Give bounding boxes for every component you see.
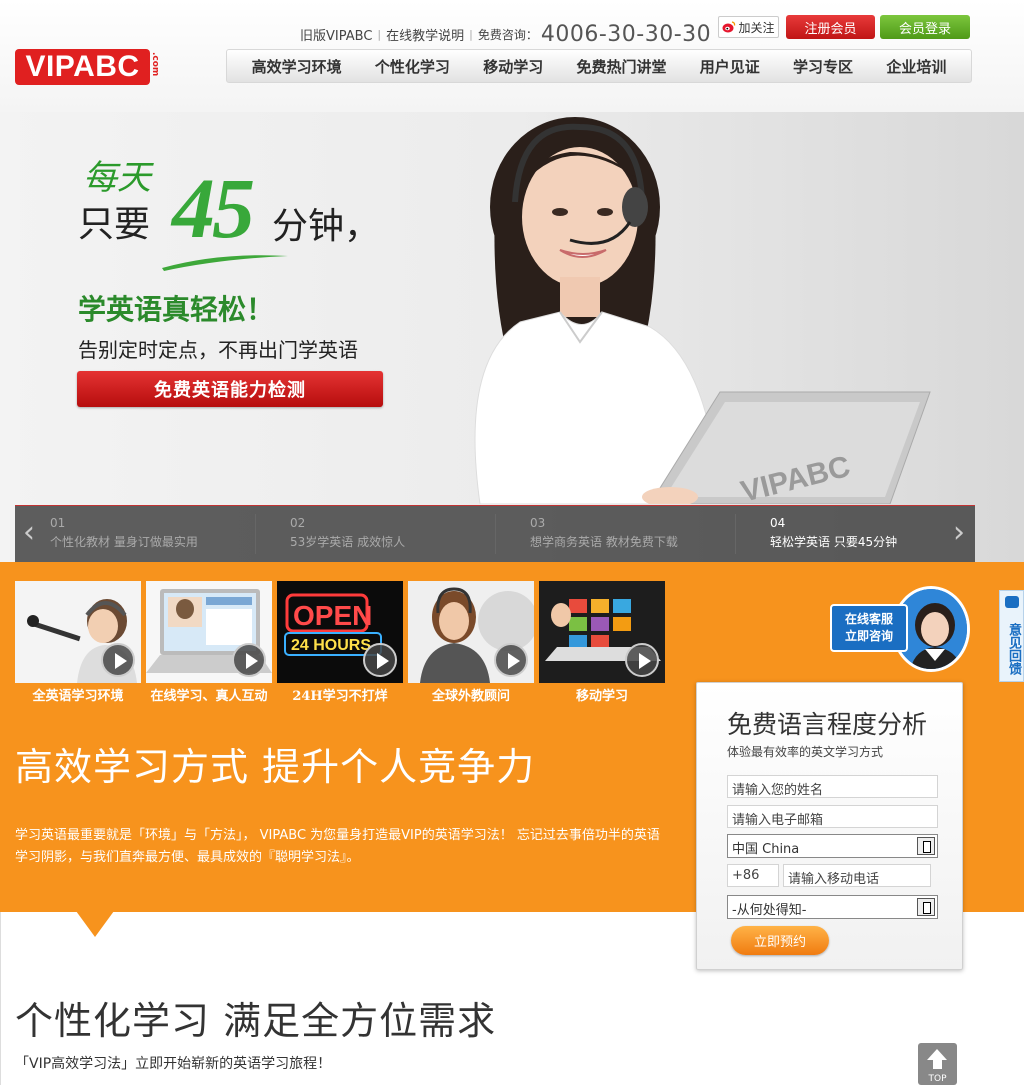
play-icon[interactable] — [232, 643, 266, 677]
slide-number: 02 — [290, 516, 306, 530]
free-english-test-button[interactable]: 免费英语能力检测 — [77, 371, 383, 407]
slide-caption: 个性化教材 量身订做最实用 — [50, 535, 198, 549]
back-to-top-button[interactable]: TOP — [918, 1043, 957, 1085]
feature-video-1[interactable] — [15, 581, 141, 683]
register-button[interactable]: 注册会员 — [786, 15, 875, 39]
country-code-field[interactable]: +86 — [727, 864, 779, 887]
nav-item-mobile[interactable]: 移动学习 — [483, 56, 543, 77]
feature-caption-1: 全英语学习环境 — [32, 689, 124, 704]
divider: | — [469, 27, 473, 41]
chat-bubble-icon — [1005, 596, 1019, 608]
play-icon[interactable] — [494, 643, 528, 677]
feature-video-2[interactable] — [146, 581, 272, 683]
hero-subslogan: 告别定时定点，不再出门学英语 — [78, 338, 358, 362]
slide-caption: 想学商务英语 教材免费下载 — [530, 535, 678, 549]
slide-caption: 轻松学英语 只要45分钟 — [770, 535, 898, 549]
divider — [255, 514, 256, 554]
slide-tab-4-active[interactable]: 04 轻松学英语 只要45分钟 — [770, 516, 980, 550]
slide-tab-1[interactable]: 01 个性化教材 量身订做最实用 — [50, 516, 260, 550]
form-title: 免费语言程度分析 — [727, 710, 928, 739]
feature-caption-4: 全球外教顾问 — [431, 689, 510, 704]
arrow-up-icon — [927, 1049, 947, 1060]
slide-number: 03 — [530, 516, 546, 530]
section-intro: 学习英语最重要就是「环境」与「方法」， VIPABC 为您量身打造最VIP的英语… — [15, 828, 660, 865]
login-button[interactable]: 会员登录 — [880, 15, 970, 39]
hero-slogan: 学英语真轻松！ — [78, 293, 275, 326]
hero-banner[interactable]: VIPABC 每天 只要 45 分钟， 学英语真轻松！ 告别定时定点，不再出门学… — [0, 112, 1024, 562]
feature-caption-2: 在线学习、真人互动 — [150, 689, 268, 704]
source-value: -从何处得知- — [732, 903, 807, 918]
service-line-1: 在线客服 — [844, 612, 893, 626]
nav-item-free-lectures[interactable]: 免费热门讲堂 — [576, 56, 666, 77]
dropdown-icon[interactable] — [917, 898, 935, 916]
slide-tab-3[interactable]: 03 想学商务英语 教材免费下载 — [530, 516, 740, 550]
nav-item-environment[interactable]: 高效学习环境 — [252, 56, 342, 77]
nav-item-testimonials[interactable]: 用户见证 — [700, 56, 760, 77]
main-nav: 高效学习环境 个性化学习 移动学习 免费热门讲堂 用户见证 学习专区 企业培训 — [226, 49, 972, 83]
hero-tutor-image: VIPABC — [474, 117, 931, 504]
banner-slide-strip: ‹ 01 个性化教材 量身订做最实用 02 53岁学英语 成效惊人 03 想学商… — [15, 505, 975, 562]
divider — [735, 514, 736, 554]
weibo-follow-button[interactable]: 加关注 — [718, 16, 779, 38]
logo-suffix: .com — [150, 52, 160, 77]
slide-number: 01 — [50, 516, 66, 530]
form-subtitle: 体验最有效率的英文学习方式 — [727, 745, 884, 759]
online-teaching-link[interactable]: 在线教学说明 — [386, 25, 464, 44]
feature-video-4[interactable] — [408, 581, 534, 683]
service-line-2: 立即咨询 — [844, 629, 893, 643]
nav-item-enterprise[interactable]: 企业培训 — [886, 56, 946, 77]
email-input[interactable]: 请输入电子邮箱 — [727, 805, 938, 828]
dropdown-icon[interactable] — [917, 837, 935, 855]
country-select[interactable]: 中国 China — [727, 834, 938, 858]
phone-input[interactable]: 请输入移动电话 — [783, 864, 931, 887]
hero-minutes-text: 分钟， — [272, 206, 381, 247]
play-icon[interactable] — [363, 643, 397, 677]
open-sign-text: OPEN — [293, 600, 372, 631]
slide-caption: 53岁学英语 成效惊人 — [290, 535, 406, 549]
feature-video-5[interactable] — [539, 581, 665, 683]
slide-number: 04 — [770, 516, 786, 530]
chevron-left-icon[interactable]: ‹ — [21, 518, 37, 548]
slide-tab-2[interactable]: 02 53岁学英语 成效惊人 — [290, 516, 500, 550]
personalized-section-title: 个性化学习 满足全方位需求 — [15, 999, 497, 1043]
country-value: 中国 China — [732, 842, 800, 857]
source-select[interactable]: -从何处得知- — [727, 895, 938, 919]
weibo-icon — [722, 21, 736, 33]
free-assessment-form: 免费语言程度分析 体验最有效率的英文学习方式 请输入您的姓名 请输入电子邮箱 中… — [696, 682, 963, 970]
hotline-number: 4006-30-30-30 — [540, 21, 712, 47]
hero-daily-text: 每天 — [83, 158, 151, 198]
nav-item-study-zone[interactable]: 学习专区 — [793, 56, 853, 77]
service-tag: 在线客服 立即咨询 — [830, 604, 908, 652]
hero-only-text: 只要 — [78, 204, 151, 245]
hero-45-number: 45 — [172, 160, 255, 256]
name-input[interactable]: 请输入您的姓名 — [727, 775, 938, 798]
hours-sign-text: 24 HOURS — [291, 637, 371, 654]
old-version-link[interactable]: 旧版VIPABC — [300, 25, 372, 44]
feature-caption-3: 24H学习不打烊 — [292, 689, 388, 704]
divider: | — [377, 27, 382, 41]
feature-caption-5: 移动学习 — [575, 689, 628, 704]
online-service-button[interactable]: 在线客服 立即咨询 — [830, 586, 970, 672]
feedback-tab[interactable]: 意见回馈 — [999, 590, 1024, 682]
section-headline: 高效学习方式 提升个人竞争力 — [15, 745, 536, 789]
feedback-label: 意见回馈 — [1006, 623, 1021, 675]
section-pointer-triangle — [76, 911, 114, 937]
top-label: TOP — [928, 1074, 947, 1084]
nav-item-personalized[interactable]: 个性化学习 — [375, 56, 450, 77]
arrow-up-stem — [933, 1060, 942, 1069]
top-links: 旧版VIPABC | 在线教学说明 | 免费咨询： 4006-30-30-30 — [300, 21, 712, 47]
personalized-section-subtitle: 「VIP高效学习法」立即开始崭新的英语学习旅程！ — [15, 1056, 332, 1072]
play-icon[interactable] — [101, 643, 135, 677]
green-swoosh-decoration — [162, 255, 288, 271]
vipabc-logo[interactable]: VIPABC — [15, 49, 150, 85]
feature-video-3[interactable]: OPEN 24 HOURS — [277, 581, 403, 683]
site-header: VIPABC .com 旧版VIPABC | 在线教学说明 | 免费咨询： 40… — [0, 0, 1024, 112]
chevron-right-icon[interactable]: › — [951, 518, 967, 548]
weibo-follow-label: 加关注 — [738, 20, 775, 35]
divider — [495, 514, 496, 554]
play-icon[interactable] — [625, 643, 659, 677]
hotline-label: 免费咨询： — [477, 27, 538, 42]
book-now-button[interactable]: 立即预约 — [731, 926, 829, 955]
